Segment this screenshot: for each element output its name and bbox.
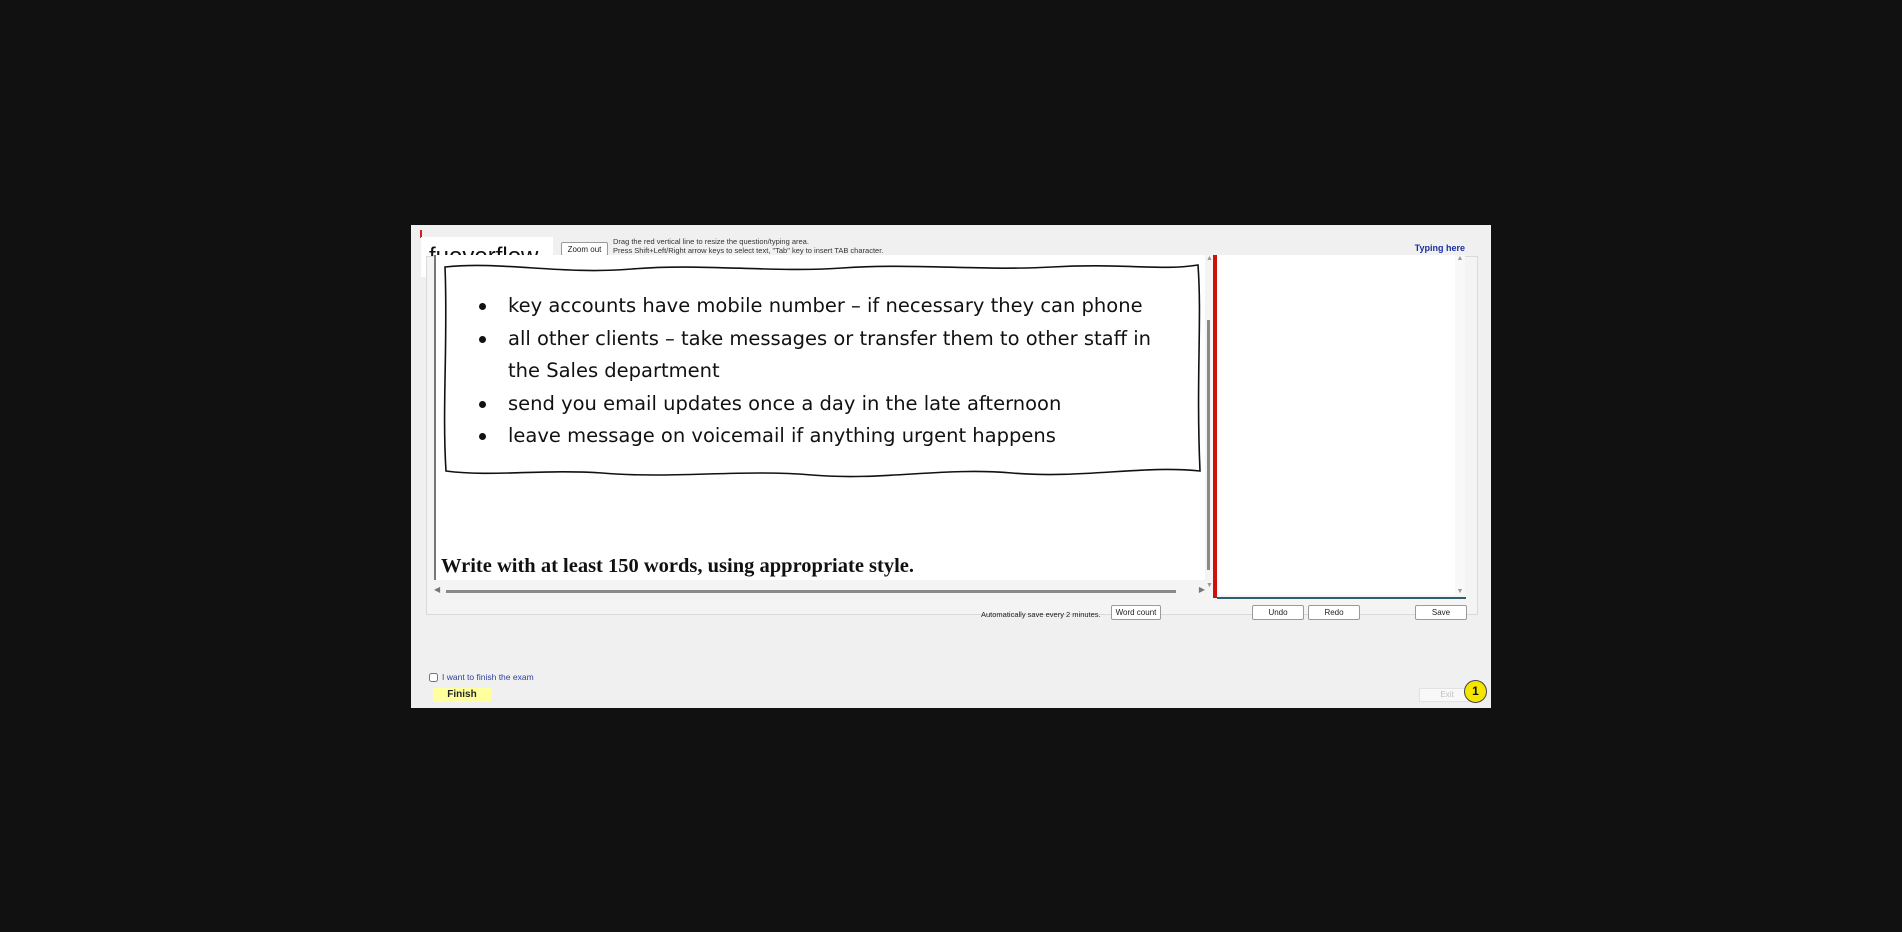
bullet-item: send you email updates once a day in the… <box>479 388 1178 421</box>
answer-textarea[interactable] <box>1218 255 1465 595</box>
finish-exam-checkbox-row[interactable]: I want to finish the exam <box>429 672 534 682</box>
scroll-thumb[interactable] <box>446 590 1176 593</box>
typing-area-border <box>1217 597 1466 599</box>
scroll-left-arrow-icon[interactable]: ◀ <box>434 585 440 594</box>
redo-button[interactable]: Redo <box>1308 605 1360 620</box>
instructions: Drag the red vertical line to resize the… <box>613 237 883 255</box>
save-button[interactable]: Save <box>1415 605 1467 620</box>
scroll-thumb[interactable] <box>1207 320 1210 570</box>
number-badge: 1 <box>1464 680 1487 703</box>
typing-here-label: Typing here <box>1414 243 1465 253</box>
instruction-line-2: Press Shift+Left/Right arrow keys to sel… <box>613 246 884 255</box>
bullet-list: key accounts have mobile number – if nec… <box>479 290 1178 453</box>
bullet-item: all other clients – take messages or tra… <box>479 323 1178 388</box>
exam-window: fuoverflow Zoom out Drag the red vertica… <box>411 225 1491 708</box>
question-prompt: Write with at least 150 words, using app… <box>441 555 915 577</box>
bullet-item: leave message on voicemail if anything u… <box>479 420 1178 453</box>
finish-exam-label: I want to finish the exam <box>442 672 534 682</box>
zoom-out-button[interactable]: Zoom out <box>561 242 608 256</box>
scroll-down-arrow-icon[interactable]: ▼ <box>1455 588 1465 595</box>
instruction-line-1: Drag the red vertical line to resize the… <box>613 237 809 246</box>
question-horizontal-scrollbar[interactable]: ◀ ▶ <box>434 585 1205 596</box>
question-pane: key accounts have mobile number – if nec… <box>434 255 1218 580</box>
finish-button[interactable]: Finish <box>433 688 491 702</box>
finish-exam-checkbox[interactable] <box>429 672 438 682</box>
typing-vertical-scrollbar[interactable]: ▲ ▼ <box>1455 255 1465 595</box>
bullet-item: key accounts have mobile number – if nec… <box>479 290 1178 323</box>
scroll-right-arrow-icon[interactable]: ▶ <box>1199 585 1205 594</box>
undo-button[interactable]: Undo <box>1252 605 1304 620</box>
word-count-button[interactable]: Word count <box>1111 605 1161 620</box>
scroll-up-arrow-icon[interactable]: ▲ <box>1455 255 1465 262</box>
autosave-notice: Automatically save every 2 minutes. <box>981 610 1101 619</box>
resize-splitter[interactable] <box>1213 255 1217 598</box>
